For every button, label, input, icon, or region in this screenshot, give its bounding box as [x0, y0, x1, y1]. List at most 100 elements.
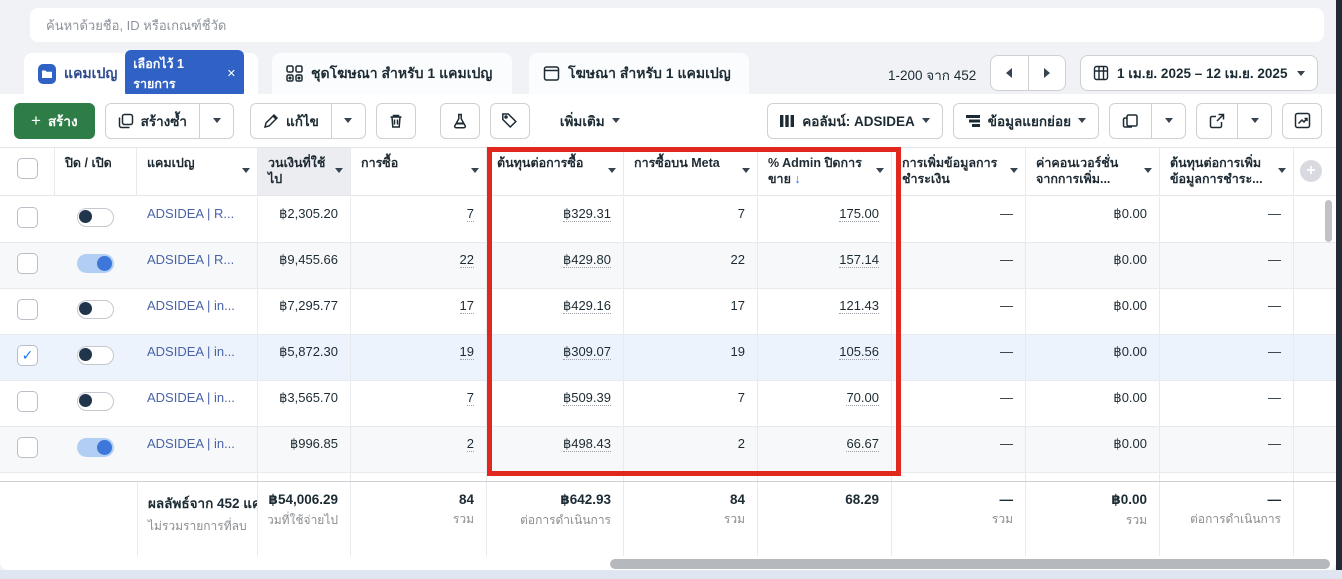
- col-cost-per-payment-info[interactable]: ต้นทุนต่อการเพิ่มข้อมูลการชำระ...: [1160, 148, 1294, 195]
- col-cost-per-purchase[interactable]: ต้นทุนต่อการซื้อ: [487, 148, 624, 195]
- purchases-cell[interactable]: 2: [467, 436, 474, 452]
- tab-campaigns[interactable]: แคมเปญ เลือกไว้ 1 รายการ ✕: [24, 53, 258, 94]
- admin-close-rate-cell[interactable]: 70.00: [846, 390, 879, 406]
- col-conversion-value[interactable]: ค่าคอนเวอร์ชั่นจากการเพิ่ม...: [1026, 148, 1160, 195]
- campaign-toggle[interactable]: [77, 392, 114, 411]
- admin-close-rate-cell[interactable]: 175.00: [839, 206, 879, 222]
- row-checkbox[interactable]: [17, 253, 38, 274]
- summary-payment-info-sub: รวม: [902, 510, 1013, 529]
- campaign-toggle[interactable]: [77, 300, 114, 319]
- admin-close-rate-cell[interactable]: 121.43: [839, 298, 879, 314]
- campaign-link[interactable]: ADSIDEA | R...: [147, 206, 234, 221]
- purchases-cell[interactable]: 17: [460, 298, 474, 314]
- add-column-icon[interactable]: +: [1300, 160, 1322, 182]
- admin-close-rate-cell[interactable]: 105.56: [839, 344, 879, 360]
- campaign-toggle[interactable]: [77, 346, 114, 365]
- tab-adsets[interactable]: ชุดโฆษณา สำหรับ 1 แคมเปญ: [272, 53, 512, 94]
- row-checkbox[interactable]: [17, 345, 38, 366]
- delete-button[interactable]: [376, 103, 416, 139]
- cost-per-purchase-cell[interactable]: ฿429.16: [563, 298, 611, 314]
- columns-button[interactable]: คอลัมน์: ADSIDEA: [767, 103, 943, 139]
- campaign-toggle[interactable]: [77, 438, 114, 457]
- breakdown-button[interactable]: ข้อมูลแยกย่อย: [953, 103, 1099, 139]
- meta-purchases-cell: 2: [624, 427, 758, 472]
- reports-dropdown[interactable]: [1151, 104, 1185, 138]
- summary-spend-sub: ยอดรวมที่ใช้จ่ายไป: [268, 511, 338, 530]
- select-all-checkbox[interactable]: [17, 158, 38, 179]
- search-input[interactable]: [30, 18, 1324, 33]
- campaign-toggle[interactable]: [77, 208, 114, 227]
- payment-info-cell: —: [892, 243, 1026, 288]
- cost-per-purchase-cell[interactable]: ฿309.07: [563, 344, 611, 360]
- create-button[interactable]: + สร้าง: [14, 103, 95, 139]
- edit-button[interactable]: แก้ไข: [251, 104, 331, 138]
- cost-per-purchase-cell[interactable]: ฿509.39: [563, 390, 611, 406]
- col-purchases[interactable]: การซื้อ: [351, 148, 487, 195]
- admin-close-rate-cell[interactable]: 157.14: [839, 252, 879, 268]
- export-button[interactable]: [1197, 104, 1237, 138]
- campaign-link[interactable]: ADSIDEA | R...: [147, 252, 234, 267]
- chevron-down-icon: [1010, 168, 1018, 173]
- campaign-link[interactable]: ADSIDEA | in...: [147, 344, 235, 359]
- row-checkbox[interactable]: [17, 391, 38, 412]
- tab-ads[interactable]: โฆษณา สำหรับ 1 แคมเปญ: [529, 53, 749, 94]
- cost-per-purchase-cell[interactable]: ฿429.80: [563, 252, 611, 268]
- table-row: ADSIDEA | in... ฿7,295.77 17 ฿429.16 17 …: [0, 289, 1336, 335]
- cost-per-purchase-cell[interactable]: ฿498.43: [563, 436, 611, 452]
- clear-selection-icon[interactable]: ✕: [227, 67, 236, 80]
- col-toggle: ปิด / เปิด: [55, 148, 137, 195]
- sort-descending-icon[interactable]: ↓: [794, 172, 800, 186]
- horizontal-scrollbar[interactable]: [610, 559, 1330, 569]
- date-range-button[interactable]: 1 เม.ย. 2025 – 12 เม.ย. 2025: [1080, 55, 1318, 91]
- purchases-cell[interactable]: 7: [467, 390, 474, 406]
- spend-cell: ฿996.85: [258, 427, 351, 472]
- purchases-cell[interactable]: 22: [460, 252, 474, 268]
- campaign-link[interactable]: ADSIDEA | in...: [147, 298, 235, 313]
- col-meta-purchases[interactable]: การซื้อบน Meta: [624, 148, 758, 195]
- spend-cell: ฿9,455.66: [258, 243, 351, 288]
- campaign-link[interactable]: ADSIDEA | in...: [147, 436, 235, 451]
- duplicate-button[interactable]: สร้างซ้ำ: [106, 104, 199, 138]
- campaign-folder-icon: [38, 64, 56, 84]
- vertical-scrollbar[interactable]: [1325, 200, 1332, 242]
- cost-per-purchase-cell[interactable]: ฿329.31: [563, 206, 611, 222]
- campaign-toggle[interactable]: [77, 254, 114, 273]
- row-checkbox[interactable]: [17, 299, 38, 320]
- next-page-button[interactable]: [1029, 56, 1066, 90]
- more-button[interactable]: เพิ่มเติม: [550, 103, 630, 139]
- export-dropdown[interactable]: [1237, 104, 1271, 138]
- col-admin-close-rate[interactable]: % Admin ปิดการขาย ↓: [758, 148, 892, 195]
- table-body: ADSIDEA | R... ฿2,305.20 7 ฿329.31 7 175…: [0, 197, 1336, 482]
- duplicate-dropdown[interactable]: [199, 104, 233, 138]
- meta-purchases-cell: 7: [624, 197, 758, 242]
- tag-button[interactable]: [490, 103, 530, 139]
- edit-dropdown[interactable]: [331, 104, 365, 138]
- ab-test-button[interactable]: [440, 103, 480, 139]
- col-payment-info[interactable]: การเพิ่มข้อมูลการชำระเงิน: [892, 148, 1026, 195]
- edit-split-button: แก้ไข: [250, 103, 366, 139]
- payment-info-cell: —: [892, 335, 1026, 380]
- adset-grid-icon: [286, 65, 303, 82]
- prev-page-button[interactable]: [991, 56, 1029, 90]
- export-split-button: [1196, 103, 1272, 139]
- selected-count-badge[interactable]: เลือกไว้ 1 รายการ ✕: [125, 50, 244, 98]
- row-checkbox[interactable]: [17, 207, 38, 228]
- export-icon: [1209, 113, 1225, 129]
- campaign-link[interactable]: ADSIDEA | in...: [147, 390, 235, 405]
- pencil-icon: [263, 113, 279, 129]
- summary-cost-per-payment-info-sub: ต่อการดำเนินการ: [1170, 510, 1281, 529]
- chevron-down-icon: [876, 168, 884, 173]
- reports-button[interactable]: [1110, 104, 1151, 138]
- cost-per-payment-info-cell: —: [1160, 243, 1294, 288]
- admin-close-rate-cell[interactable]: 66.67: [846, 436, 879, 452]
- purchases-cell[interactable]: 7: [467, 206, 474, 222]
- summary-cost-per-payment-info: —: [1170, 492, 1281, 507]
- charts-button[interactable]: [1282, 103, 1322, 139]
- purchases-cell[interactable]: 19: [460, 344, 474, 360]
- payment-info-cell: —: [892, 381, 1026, 426]
- col-spend[interactable]: วนเงินที่ใช้ไป: [258, 148, 351, 195]
- row-checkbox[interactable]: [17, 437, 38, 458]
- col-campaign[interactable]: แคมเปญ: [137, 148, 258, 195]
- window-bottom-strip: [0, 570, 1342, 579]
- tabs-row: แคมเปญ เลือกไว้ 1 รายการ ✕ ชุดโฆษณา สำหร…: [0, 53, 1342, 94]
